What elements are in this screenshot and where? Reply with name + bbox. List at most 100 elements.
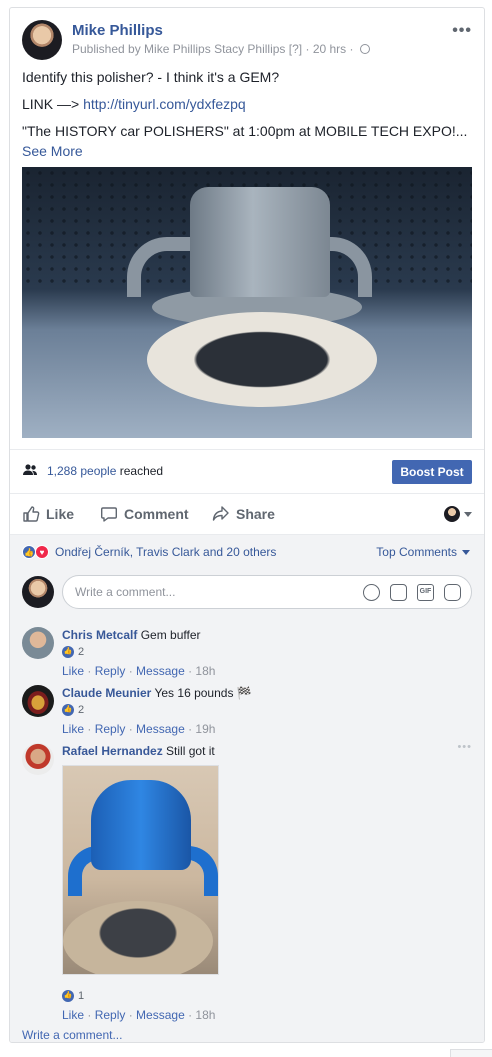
comment-reply-link[interactable]: Reply: [95, 1008, 126, 1022]
top-comments-label: Top Comments: [376, 545, 457, 559]
reactions-text: Ondřej Černík, Travis Clark and 20 other…: [55, 545, 277, 559]
post-line-3: "The HISTORY car POLISHERS" at 1:00pm at…: [22, 123, 468, 139]
write-comment-link[interactable]: Write a comment...: [22, 1028, 122, 1042]
post-image[interactable]: [22, 167, 472, 438]
comment-reply-link[interactable]: Reply: [95, 664, 126, 678]
comment-author[interactable]: Claude Meunier: [62, 686, 151, 700]
post-as-selector[interactable]: [444, 506, 472, 522]
post-link[interactable]: http://tinyurl.com/ydxfezpq: [83, 96, 246, 112]
emoji-icon[interactable]: [363, 584, 380, 601]
comment-message-link[interactable]: Message: [136, 722, 185, 736]
comment-image[interactable]: [62, 765, 219, 975]
comment-input[interactable]: Write a comment... GIF: [62, 575, 472, 609]
post-meta: Published by Mike Phillips Stacy Phillip…: [72, 42, 370, 56]
like-label: Like: [46, 506, 75, 522]
comment-message-link[interactable]: Message: [136, 1008, 185, 1022]
sep: ·: [125, 1008, 137, 1022]
reach-text: 1,288 people reached: [47, 464, 163, 478]
comment-actions: Like · Reply · Message · 19h: [62, 721, 472, 737]
comment-like-count: 2: [78, 646, 85, 658]
love-reaction-icon: ♥: [35, 545, 49, 559]
comment-text: Yes 16 pounds 🏁: [154, 686, 252, 700]
more-icon[interactable]: •••: [452, 22, 472, 40]
post-card: Mike Phillips Published by Mike Phillips…: [9, 7, 485, 1043]
comment-tools: GIF: [363, 584, 461, 601]
comment-likes[interactable]: 👍 1: [62, 988, 472, 1004]
share-label: Share: [236, 506, 275, 522]
help-mark[interactable]: [?]: [289, 42, 302, 56]
comment-like-link[interactable]: Like: [62, 664, 84, 678]
reach-suffix: reached: [116, 464, 164, 478]
comment-message-link[interactable]: Message: [136, 664, 185, 678]
sep: ·: [125, 664, 137, 678]
comment-time[interactable]: 19h: [195, 722, 215, 736]
sep: ·: [84, 664, 95, 678]
boost-post-button[interactable]: Boost Post: [392, 460, 472, 484]
polisher-pad: [147, 312, 377, 407]
comment-author[interactable]: Rafael Hernandez: [62, 744, 163, 758]
sep: ·: [184, 664, 196, 678]
sep: ·: [125, 722, 137, 736]
comment-time[interactable]: 18h: [195, 1008, 215, 1022]
sep: ·: [84, 722, 95, 736]
like-reaction-icon: 👍: [62, 646, 74, 658]
corner-widget: [450, 1049, 492, 1057]
people-icon: [23, 464, 38, 479]
comments-section: 👍 ♥ Ondřej Černík, Travis Clark and 20 o…: [10, 535, 484, 1042]
published-by[interactable]: Published by Mike Phillips Stacy Phillip…: [72, 42, 285, 56]
reach-bar: 1,288 people reached Boost Post: [10, 449, 484, 493]
sep: ·: [184, 722, 196, 736]
sep: ·: [84, 1008, 95, 1022]
comment-button[interactable]: Comment: [100, 505, 189, 523]
author-name[interactable]: Mike Phillips: [72, 22, 163, 39]
comment-item: Claude Meunier Yes 16 pounds 🏁 👍 2 Like ·…: [22, 685, 472, 737]
top-comments-dropdown[interactable]: Top Comments: [376, 545, 470, 559]
reactions-summary[interactable]: 👍 ♥ Ondřej Černík, Travis Clark and 20 o…: [22, 545, 276, 559]
comment-item: Rafael Hernandez Still got it 👍 1 Like · …: [22, 741, 472, 1023]
meta-separator: ·: [305, 42, 310, 56]
like-icon: [23, 506, 40, 522]
like-button[interactable]: Like: [22, 505, 74, 523]
chevron-down-icon: [462, 549, 470, 555]
post-time[interactable]: 20 hrs: [313, 42, 346, 56]
post-line-2: LINK —> http://tinyurl.com/ydxfezpq: [22, 95, 472, 113]
reach-count[interactable]: 1,288 people: [47, 464, 116, 478]
like-reaction-icon: 👍: [62, 990, 74, 1002]
comment-like-link[interactable]: Like: [62, 722, 84, 736]
link-prefix: LINK —>: [22, 96, 84, 112]
comment-like-count: 2: [78, 704, 85, 716]
comment-item: Chris Metcalf Gem buffer 👍 2 Like · Reply…: [22, 627, 472, 679]
comment-reply-link[interactable]: Reply: [95, 722, 126, 736]
comment-like-count: 1: [78, 990, 85, 1002]
meta-separator: ·: [349, 42, 354, 56]
comment-likes[interactable]: 👍 2: [62, 644, 472, 660]
comment-icon: [101, 507, 117, 522]
action-bar: Like Comment Share: [10, 493, 484, 535]
author-avatar[interactable]: [22, 20, 62, 60]
commenter-avatar: [22, 576, 54, 608]
comment-author[interactable]: Chris Metcalf: [62, 628, 137, 642]
comment-avatar[interactable]: [22, 685, 54, 717]
camera-icon[interactable]: [390, 584, 407, 601]
comment-actions: Like · Reply · Message · 18h: [62, 1007, 472, 1023]
write-comment-row: Write a comment... GIF: [22, 575, 472, 609]
comment-avatar[interactable]: [22, 743, 54, 775]
globe-icon: [359, 44, 370, 54]
post-line-1: Identify this polisher? - I think it's a…: [22, 69, 280, 85]
see-more-link[interactable]: See More: [22, 142, 472, 160]
sticker-icon[interactable]: [444, 584, 461, 601]
comment-image-wrap: [62, 759, 472, 987]
comment-body: Claude Meunier Yes 16 pounds 🏁 👍 2 Like ·…: [62, 685, 472, 737]
comment-avatar[interactable]: [22, 627, 54, 659]
comment-text: Still got it: [166, 744, 215, 758]
comment-label: Comment: [124, 506, 189, 522]
comment-like-link[interactable]: Like: [62, 1008, 84, 1022]
comment-time[interactable]: 18h: [195, 664, 215, 678]
share-button[interactable]: Share: [212, 505, 275, 523]
gif-icon[interactable]: GIF: [417, 584, 434, 601]
comment-more-icon[interactable]: •••: [457, 741, 472, 753]
like-reaction-icon: 👍: [22, 545, 36, 559]
comment-likes[interactable]: 👍 2: [62, 702, 472, 718]
comment-actions: Like · Reply · Message · 18h: [62, 663, 472, 679]
sep: ·: [184, 1008, 196, 1022]
